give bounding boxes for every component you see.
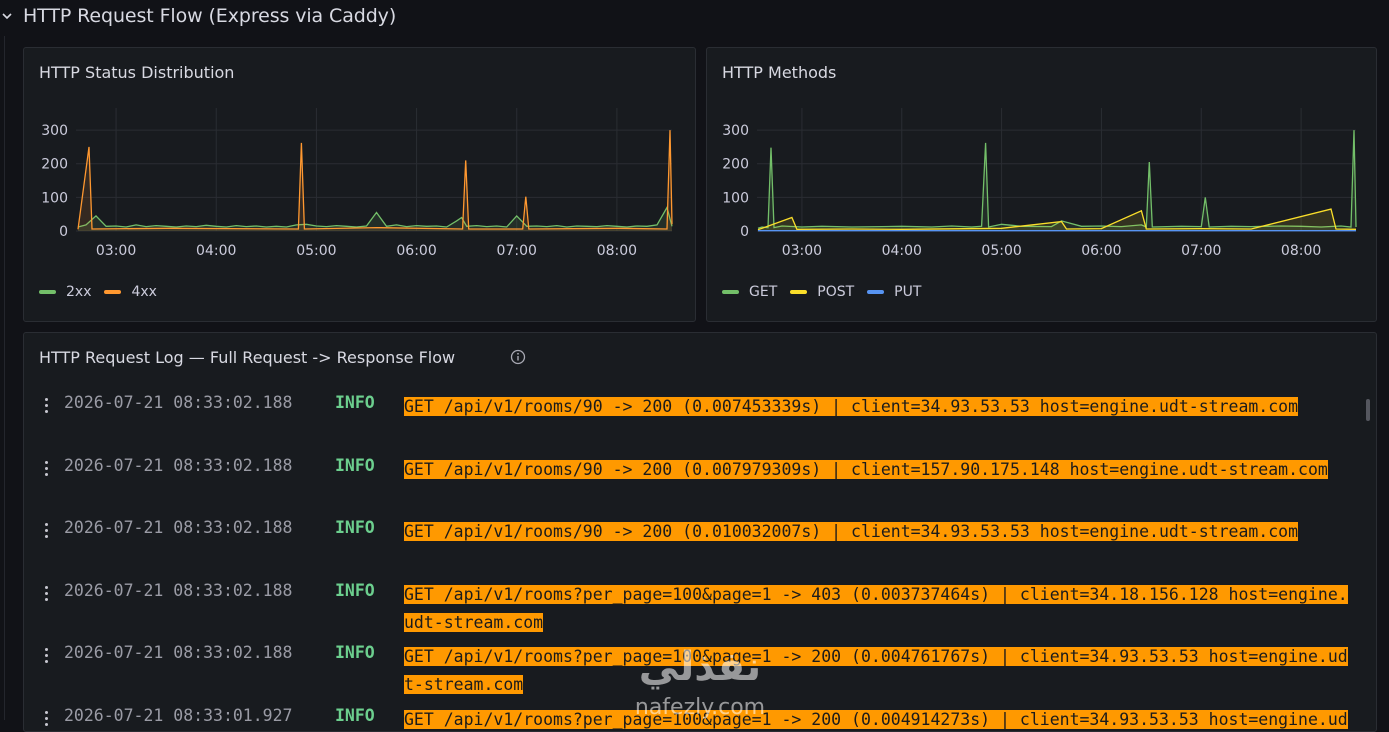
x-tick-label: 06:00 bbox=[1081, 243, 1121, 259]
log-message: GET /api/v1/rooms/90 -> 200 (0.007979309… bbox=[404, 456, 1355, 484]
x-tick-label: 05:00 bbox=[296, 243, 336, 259]
legend-swatch bbox=[790, 290, 807, 294]
log-level: INFO bbox=[335, 581, 375, 600]
info-circle-icon[interactable] bbox=[510, 349, 526, 365]
log-message-text: GET /api/v1/rooms/90 -> 200 (0.007453339… bbox=[404, 397, 1298, 416]
y-tick-label: 100 bbox=[722, 190, 749, 206]
log-level: INFO bbox=[335, 706, 375, 725]
http-methods-panel: HTTP Methods 0 100 200 300 03:00 04:00 05:00 06… bbox=[706, 47, 1377, 322]
legend-item-get[interactable]: GET bbox=[722, 284, 777, 300]
legend-swatch bbox=[867, 290, 884, 294]
log-level: INFO bbox=[335, 518, 375, 537]
y-tick-label: 0 bbox=[740, 224, 749, 240]
x-tick-label: 03:00 bbox=[782, 243, 822, 259]
x-tick-label: 04:00 bbox=[196, 243, 236, 259]
kebab-menu-icon[interactable] bbox=[44, 523, 50, 539]
legend-item-post[interactable]: POST bbox=[790, 284, 854, 300]
legend-item-4xx[interactable]: 4xx bbox=[104, 284, 156, 300]
kebab-menu-icon[interactable] bbox=[44, 398, 50, 414]
series-area-get bbox=[758, 130, 1356, 231]
log-message-text: GET /api/v1/rooms/90 -> 200 (0.010032007… bbox=[404, 522, 1298, 541]
log-timestamp: 2026-07-21 08:33:02.188 bbox=[64, 643, 292, 662]
http-methods-chart[interactable]: 0 100 200 300 03:00 04:00 05:00 06:00 07:00 08:00 bbox=[707, 108, 1376, 288]
y-tick-label: 300 bbox=[41, 123, 68, 139]
log-timestamp: 2026-07-21 08:33:01.927 bbox=[64, 706, 292, 725]
log-message-text: GET /api/v1/rooms?per_page=100&page=1 ->… bbox=[404, 710, 1348, 732]
x-tick-label: 05:00 bbox=[981, 243, 1021, 259]
log-timestamp: 2026-07-21 08:33:02.188 bbox=[64, 393, 292, 412]
log-message: GET /api/v1/rooms/90 -> 200 (0.010032007… bbox=[404, 518, 1355, 546]
row-title[interactable]: HTTP Request Flow (Express via Caddy) bbox=[23, 5, 396, 27]
request-log-panel: HTTP Request Log — Full Request -> Respo… bbox=[23, 332, 1377, 732]
log-message-text: GET /api/v1/rooms?per_page=100&page=1 ->… bbox=[404, 647, 1348, 694]
legend-item-put[interactable]: PUT bbox=[867, 284, 921, 300]
log-timestamp: 2026-07-21 08:33:02.188 bbox=[64, 456, 292, 475]
legend-swatch bbox=[104, 290, 121, 294]
chevron-down-icon[interactable] bbox=[2, 10, 12, 22]
y-tick-label: 200 bbox=[722, 157, 749, 173]
legend-swatch bbox=[39, 290, 56, 294]
legend-item-2xx[interactable]: 2xx bbox=[39, 284, 91, 300]
kebab-menu-icon[interactable] bbox=[44, 711, 50, 727]
log-message: GET /api/v1/rooms/90 -> 200 (0.007453339… bbox=[404, 393, 1355, 421]
y-tick-label: 100 bbox=[41, 190, 68, 206]
legend-label: PUT bbox=[894, 284, 921, 300]
legend-swatch bbox=[722, 290, 739, 294]
log-message-text: GET /api/v1/rooms/90 -> 200 (0.007979309… bbox=[404, 460, 1328, 479]
log-row[interactable]: 2026-07-21 08:33:02.188 INFO GET /api/v1… bbox=[24, 385, 1376, 447]
log-level: INFO bbox=[335, 456, 375, 475]
y-tick-label: 0 bbox=[59, 224, 68, 240]
log-message: GET /api/v1/rooms?per_page=100&page=1 ->… bbox=[404, 643, 1355, 699]
row-header[interactable]: HTTP Request Flow (Express via Caddy) bbox=[0, 0, 1389, 36]
log-row[interactable]: 2026-07-21 08:33:01.927 INFO GET /api/v1… bbox=[24, 698, 1376, 732]
y-tick-label: 200 bbox=[41, 157, 68, 173]
log-row[interactable]: 2026-07-21 08:33:02.188 INFO GET /api/v1… bbox=[24, 635, 1376, 697]
panel-title[interactable]: HTTP Request Log — Full Request -> Respo… bbox=[39, 348, 455, 367]
x-tick-label: 08:00 bbox=[597, 243, 637, 259]
status-legend: 2xx 4xx bbox=[39, 284, 170, 300]
series-line-get bbox=[758, 130, 1356, 228]
x-tick-label: 07:00 bbox=[1181, 243, 1221, 259]
methods-legend: GET POST PUT bbox=[722, 284, 934, 300]
log-message: GET /api/v1/rooms?per_page=100&page=1 ->… bbox=[404, 706, 1355, 732]
log-row[interactable]: 2026-07-21 08:33:02.188 INFO GET /api/v1… bbox=[24, 448, 1376, 510]
x-tick-label: 08:00 bbox=[1281, 243, 1321, 259]
x-tick-label: 06:00 bbox=[396, 243, 436, 259]
panel-title[interactable]: HTTP Status Distribution bbox=[39, 63, 234, 82]
legend-label: POST bbox=[817, 284, 854, 300]
log-level: INFO bbox=[335, 393, 375, 412]
log-row[interactable]: 2026-07-21 08:33:02.188 INFO GET /api/v1… bbox=[24, 510, 1376, 572]
status-distribution-panel: HTTP Status Distribution 0 100 200 300 03:00… bbox=[23, 47, 696, 322]
x-tick-label: 03:00 bbox=[96, 243, 136, 259]
kebab-menu-icon[interactable] bbox=[44, 648, 50, 664]
log-timestamp: 2026-07-21 08:33:02.188 bbox=[64, 581, 292, 600]
panel-title[interactable]: HTTP Methods bbox=[722, 63, 836, 82]
status-distribution-chart[interactable]: 0 100 200 300 03:00 04:00 05:00 06:00 07:00 08:00 bbox=[24, 108, 695, 288]
log-row[interactable]: 2026-07-21 08:33:02.188 INFO GET /api/v1… bbox=[24, 573, 1376, 635]
log-message-text: GET /api/v1/rooms?per_page=100&page=1 ->… bbox=[404, 585, 1348, 632]
y-tick-label: 300 bbox=[722, 123, 749, 139]
log-level: INFO bbox=[335, 643, 375, 662]
legend-label: 4xx bbox=[131, 284, 156, 300]
legend-label: 2xx bbox=[66, 284, 91, 300]
kebab-menu-icon[interactable] bbox=[44, 586, 50, 602]
x-tick-label: 07:00 bbox=[497, 243, 537, 259]
x-tick-label: 04:00 bbox=[882, 243, 922, 259]
row-guide-line bbox=[4, 36, 5, 720]
legend-label: GET bbox=[749, 284, 777, 300]
log-message: GET /api/v1/rooms?per_page=100&page=1 ->… bbox=[404, 581, 1355, 637]
log-timestamp: 2026-07-21 08:33:02.188 bbox=[64, 518, 292, 537]
kebab-menu-icon[interactable] bbox=[44, 461, 50, 477]
